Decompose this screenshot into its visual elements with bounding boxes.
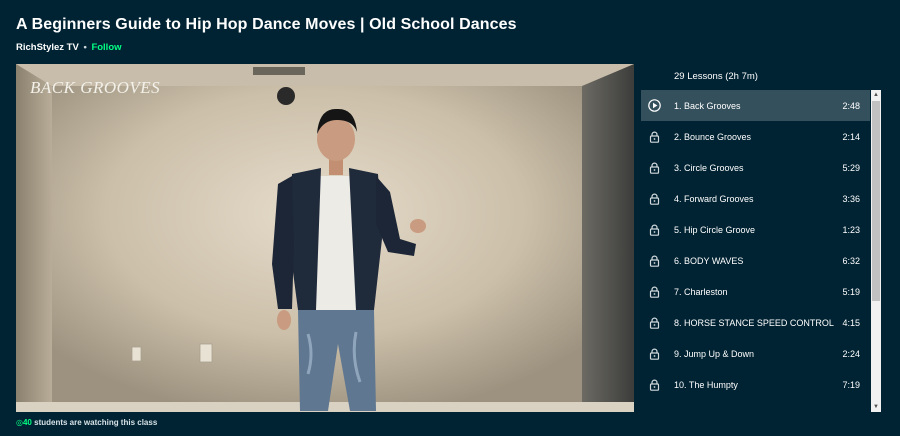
- lesson-duration: 2:14: [842, 131, 860, 142]
- meta-separator: •: [83, 42, 87, 53]
- lesson-item[interactable]: 4. Forward Grooves 3:36: [641, 183, 870, 214]
- video-frame: [16, 64, 634, 412]
- lock-icon: [647, 223, 661, 237]
- watching-text: students are watching this class: [34, 418, 158, 427]
- lock-icon: [647, 285, 661, 299]
- lock-icon: [647, 254, 661, 268]
- class-title: A Beginners Guide to Hip Hop Dance Moves…: [16, 16, 517, 33]
- video-player[interactable]: BACK GROOVES: [16, 64, 634, 412]
- lesson-item[interactable]: 8. HORSE STANCE SPEED CONTROL 4:15: [641, 307, 870, 338]
- lock-icon: [647, 192, 661, 206]
- lesson-item[interactable]: 5. Hip Circle Groove 1:23: [641, 214, 870, 245]
- lesson-title: 9. Jump Up & Down: [674, 348, 755, 359]
- lesson-duration: 2:24: [842, 348, 860, 359]
- scroll-down-arrow-icon[interactable]: ▼: [871, 402, 881, 412]
- lock-icon: [647, 347, 661, 361]
- watching-indicator: ◎40 students are watching this class: [16, 418, 157, 427]
- lesson-duration: 4:15: [842, 317, 860, 328]
- lesson-duration: 6:32: [842, 255, 860, 266]
- lock-icon: [647, 316, 661, 330]
- lesson-title: 4. Forward Grooves: [674, 193, 754, 204]
- lesson-title: 1. Back Grooves: [674, 100, 741, 111]
- teacher-name-link[interactable]: RichStylez TV: [16, 42, 79, 53]
- lock-icon: [647, 378, 661, 392]
- scrollbar-thumb[interactable]: [872, 101, 880, 301]
- lesson-item[interactable]: 6. BODY WAVES 6:32: [641, 245, 870, 276]
- lesson-title: 10. The Humpty: [674, 379, 738, 390]
- lesson-title: 6. BODY WAVES: [674, 255, 744, 266]
- lesson-item[interactable]: 10. The Humpty 7:19: [641, 369, 870, 400]
- follow-button[interactable]: Follow: [91, 42, 121, 53]
- lesson-title: 7. Charleston: [674, 286, 728, 297]
- lesson-list-scrollbar[interactable]: ▲ ▼: [871, 90, 881, 412]
- lesson-title: 5. Hip Circle Groove: [674, 224, 756, 235]
- watching-count: 40: [22, 418, 32, 427]
- lesson-item[interactable]: 3. Circle Grooves 5:29: [641, 152, 870, 183]
- lessons-summary: 29 Lessons (2h 7m): [674, 71, 758, 82]
- lock-icon: [647, 130, 661, 144]
- lesson-duration: 7:19: [842, 379, 860, 390]
- play-circle-icon: [647, 99, 661, 113]
- lesson-duration: 2:48: [842, 100, 860, 111]
- class-header: A Beginners Guide to Hip Hop Dance Moves…: [16, 14, 876, 53]
- lesson-item[interactable]: 9. Jump Up & Down 2:24: [641, 338, 870, 369]
- scroll-up-arrow-icon[interactable]: ▲: [871, 90, 881, 100]
- lesson-duration: 1:23: [842, 224, 860, 235]
- lesson-duration: 3:36: [842, 193, 860, 204]
- lesson-title: 3. Circle Grooves: [674, 162, 744, 173]
- lesson-duration: 5:29: [842, 162, 860, 173]
- lesson-item[interactable]: 7. Charleston 5:19: [641, 276, 870, 307]
- live-eye-icon: ◎: [16, 418, 23, 427]
- lesson-item[interactable]: 2. Bounce Grooves 2:14: [641, 121, 870, 152]
- lesson-title: 2. Bounce Grooves: [674, 131, 752, 142]
- lesson-list[interactable]: 1. Back Grooves 2:48 2. Bounce Grooves 2:14…: [641, 90, 870, 412]
- lesson-item[interactable]: 1. Back Grooves 2:48: [641, 90, 870, 121]
- lesson-title: 8. HORSE STANCE SPEED CONTROL: [674, 317, 834, 328]
- lock-icon: [647, 161, 661, 175]
- class-meta: RichStylez TV • Follow: [16, 42, 876, 53]
- lesson-duration: 5:19: [842, 286, 860, 297]
- video-caption: BACK GROOVES: [30, 78, 161, 97]
